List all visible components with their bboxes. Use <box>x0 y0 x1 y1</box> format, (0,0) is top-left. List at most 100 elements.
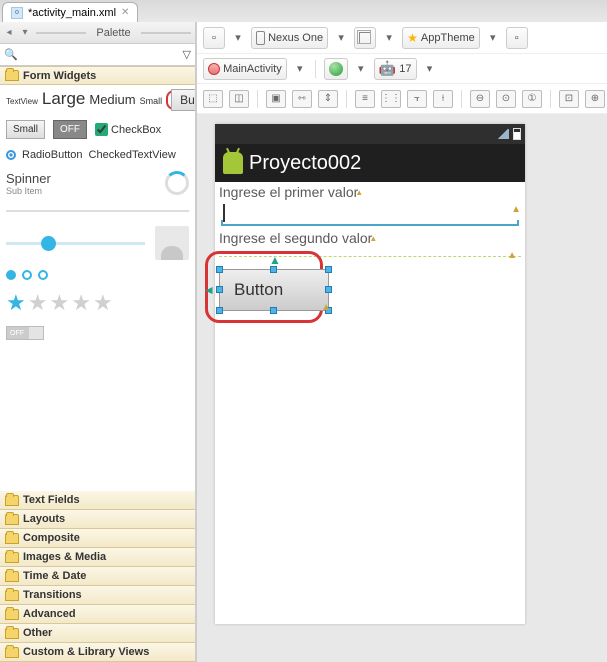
seekbar-row <box>6 226 189 260</box>
center-v-button[interactable]: ⟊ <box>433 90 453 108</box>
design-canvas[interactable]: belo alig Proyecto002 Ingrese el primer … <box>197 114 607 662</box>
resize-handle[interactable] <box>216 266 223 273</box>
center-h-button[interactable]: ⫟ <box>407 90 427 108</box>
category-label: Custom & Library Views <box>23 646 149 658</box>
config-toolbar-2: MainActivity ▾ ▾ 🤖 17 ▾ <box>197 54 607 84</box>
category-composite[interactable]: Composite <box>0 529 195 548</box>
align-parent-button[interactable]: ▣ <box>266 90 286 108</box>
widget-spinner[interactable]: Spinner Sub Item <box>6 171 51 196</box>
battery-icon <box>513 128 521 140</box>
more-button[interactable]: ▫ <box>506 27 528 49</box>
button-row: Small OFF CheckBox <box>6 120 189 139</box>
widget-seekbar[interactable] <box>6 242 145 245</box>
category-other[interactable]: Other <box>0 624 195 643</box>
preview-textview-2[interactable]: Ingrese el segundo valor▲ <box>219 230 521 246</box>
activity-icon <box>208 63 220 75</box>
distribute-h-button[interactable]: ≡ <box>355 90 375 108</box>
zoom-fit-button[interactable]: ⊡ <box>559 90 579 108</box>
widget-small-text[interactable]: Small <box>140 96 163 106</box>
api-selector[interactable]: 🤖 17 <box>374 58 417 80</box>
resize-handle[interactable] <box>216 307 223 314</box>
category-label: Text Fields <box>23 494 80 506</box>
resize-handle[interactable] <box>325 266 332 273</box>
widget-switch[interactable]: OFF <box>6 326 44 340</box>
widget-medium-text[interactable]: Medium <box>89 92 135 107</box>
folder-icon <box>5 495 19 506</box>
category-advanced[interactable]: Advanced <box>0 605 195 624</box>
widget-ratingbar[interactable]: ★ ★ ★ ★ ★ <box>6 290 189 316</box>
collapse-down-icon[interactable]: ▾ <box>20 28 30 38</box>
widget-quickcontact[interactable] <box>155 226 189 260</box>
category-custom-library[interactable]: Custom & Library Views <box>0 643 195 662</box>
preview-textview-1[interactable]: Ingrese el primer valor▲ <box>219 184 521 200</box>
expand-h-button[interactable]: ⇿ <box>292 90 312 108</box>
theme-selector[interactable]: ★ AppTheme <box>402 27 480 49</box>
device-dropdown[interactable]: ▾ <box>334 27 348 49</box>
zoom-100-button[interactable]: ① <box>522 90 542 108</box>
progress-circle-icon[interactable] <box>165 171 189 195</box>
expand-v-button[interactable]: ⇕ <box>318 90 338 108</box>
resize-handle[interactable] <box>325 286 332 293</box>
resize-handle[interactable] <box>270 266 277 273</box>
folder-icon <box>5 571 19 582</box>
device-preview: Proyecto002 Ingrese el primer valor▲ ▲ I… <box>215 124 525 624</box>
orientation-dropdown[interactable]: ▾ <box>382 27 396 49</box>
widget-radiobutton[interactable]: RadioButton <box>22 149 83 161</box>
collapse-left-icon[interactable]: ◂ <box>4 28 14 38</box>
config-chooser-dropdown[interactable]: ▾ <box>231 27 245 49</box>
toggle-viewport-button[interactable]: ⬚ <box>203 90 223 108</box>
activity-dropdown[interactable]: ▾ <box>293 58 307 80</box>
widget-checkedtextview[interactable]: CheckedTextView <box>89 149 176 161</box>
layout-content[interactable]: Ingrese el primer valor▲ ▲ Ingrese el se… <box>215 182 525 313</box>
page-icon: ▫ <box>212 32 216 44</box>
category-images-media[interactable]: Images & Media <box>0 548 195 567</box>
palette-dropdown-icon[interactable]: ▽ <box>183 48 191 61</box>
preview-edittext-1[interactable]: ▲ <box>221 202 519 226</box>
locale-dropdown[interactable]: ▾ <box>354 58 368 80</box>
palette-header: ◂ ▾ Palette <box>0 22 195 44</box>
anchor-left-icon[interactable]: ◄ <box>203 283 215 297</box>
toggle-layout-button[interactable]: ◫ <box>229 90 249 108</box>
file-tab-activity-main[interactable]: o *activity_main.xml ✕ <box>2 2 138 22</box>
device-selector[interactable]: Nexus One <box>251 27 328 49</box>
search-icon[interactable]: 🔍 <box>4 48 18 62</box>
preview-button-selected[interactable]: Button ▲ <box>219 269 329 311</box>
category-layouts[interactable]: Layouts <box>0 510 195 529</box>
widget-progressbar-h[interactable] <box>6 210 189 212</box>
resize-handle[interactable] <box>270 307 277 314</box>
widget-textview[interactable]: TextView <box>6 97 38 106</box>
close-tab-icon[interactable]: ✕ <box>121 7 129 18</box>
star-icon: ★ <box>28 290 48 316</box>
distribute-v-button[interactable]: ⋮⋮ <box>381 90 401 108</box>
category-label: Transitions <box>23 589 82 601</box>
widget-large-text[interactable]: Large <box>42 89 85 109</box>
category-transitions[interactable]: Transitions <box>0 586 195 605</box>
widget-button[interactable]: Button <box>171 89 195 111</box>
category-text-fields[interactable]: Text Fields <box>0 491 195 510</box>
resize-handle[interactable] <box>216 286 223 293</box>
radio-group-row[interactable] <box>6 270 189 280</box>
api-dropdown[interactable]: ▾ <box>423 58 437 80</box>
warning-icon: ▲ <box>321 302 331 313</box>
category-label: Composite <box>23 532 80 544</box>
folder-icon <box>5 609 19 620</box>
locale-selector[interactable] <box>324 58 348 80</box>
config-toolbar-1: ▫ ▾ Nexus One ▾ ▾ ★ AppTheme ▾ ▫ <box>197 22 607 54</box>
widget-toggle-off[interactable]: OFF <box>53 120 87 139</box>
activity-selector[interactable]: MainActivity <box>203 58 287 80</box>
zoom-in-button[interactable]: ⊕ <box>585 90 605 108</box>
widget-checkbox[interactable]: CheckBox <box>95 123 161 136</box>
orientation-button[interactable] <box>354 27 376 49</box>
zoom-reset-button[interactable]: ⊙ <box>496 90 516 108</box>
category-form-widgets[interactable]: Form Widgets <box>0 66 195 85</box>
widget-small-button[interactable]: Small <box>6 120 45 139</box>
theme-dropdown[interactable]: ▾ <box>486 27 500 49</box>
anchor-top-icon[interactable]: ▲ <box>269 253 281 267</box>
palette-title: Palette <box>92 27 134 39</box>
config-chooser-button[interactable]: ▫ <box>203 27 225 49</box>
zoom-out-button[interactable]: ⊖ <box>470 90 490 108</box>
category-time-date[interactable]: Time & Date <box>0 567 195 586</box>
checkbox-input[interactable] <box>95 123 108 136</box>
star-icon: ★ <box>49 290 69 316</box>
spinner-subitem: Sub Item <box>6 186 51 196</box>
